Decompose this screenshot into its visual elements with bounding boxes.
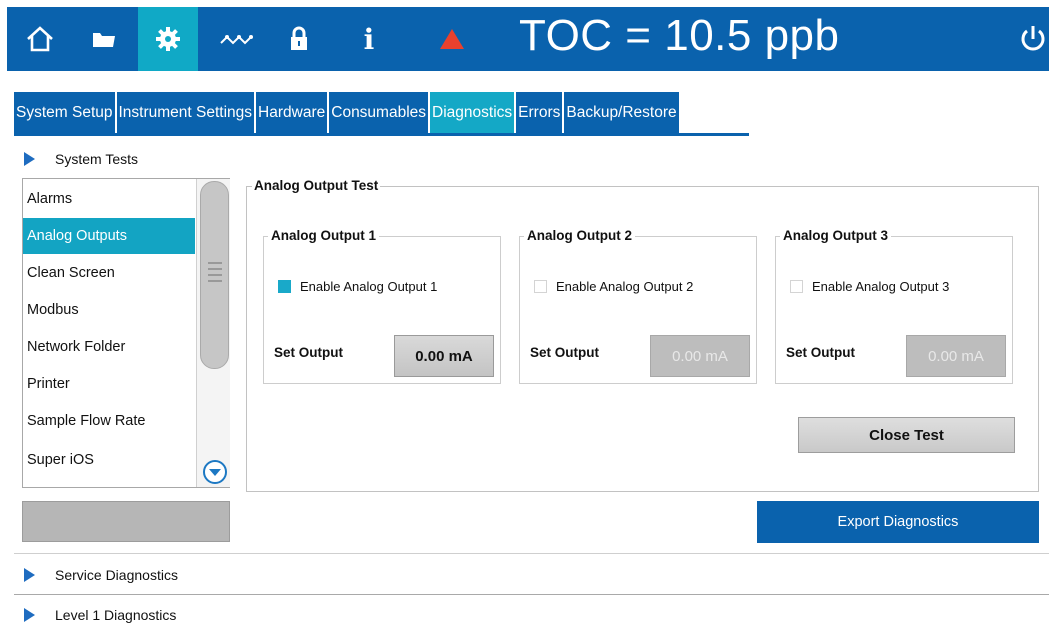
enable-output-3-checkbox[interactable]: Enable Analog Output 3 <box>790 279 949 294</box>
expand-arrow-icon <box>24 568 35 582</box>
list-item-super-ios[interactable]: Super iOS <box>23 442 195 478</box>
service-diagnostics-header[interactable]: Service Diagnostics <box>24 567 178 583</box>
expand-arrow-icon <box>24 152 35 166</box>
list-item-sample-flow-rate[interactable]: Sample Flow Rate <box>23 403 195 439</box>
checkbox-checked-icon <box>278 280 291 293</box>
gear-icon[interactable] <box>138 7 198 71</box>
set-output-2-button[interactable]: 0.00 mA <box>650 335 750 377</box>
analog-output-test-title: Analog Output Test <box>252 178 381 193</box>
set-output-3-button[interactable]: 0.00 mA <box>906 335 1006 377</box>
lock-icon[interactable] <box>269 7 329 71</box>
set-output-2-label: Set Output <box>530 345 599 360</box>
home-icon[interactable] <box>10 7 70 71</box>
analog-output-2-title: Analog Output 2 <box>524 228 635 243</box>
trend-icon[interactable] <box>207 7 267 71</box>
tab-system-setup[interactable]: System Setup <box>14 92 117 133</box>
tab-diagnostics[interactable]: Diagnostics <box>430 92 517 133</box>
scroll-thumb[interactable] <box>200 181 229 369</box>
system-tests-label: System Tests <box>55 151 138 167</box>
alarm-icon[interactable] <box>422 7 482 71</box>
toc-reading: TOC = 10.5 ppb <box>519 11 840 60</box>
list-scrollbar[interactable] <box>196 179 230 487</box>
level1-diagnostics-header[interactable]: Level 1 Diagnostics <box>24 607 176 623</box>
close-test-button[interactable]: Close Test <box>798 417 1015 453</box>
tab-hardware[interactable]: Hardware <box>256 92 330 133</box>
service-diagnostics-label: Service Diagnostics <box>55 567 178 583</box>
folder-icon[interactable] <box>74 7 134 71</box>
enable-output-1-label: Enable Analog Output 1 <box>300 279 438 294</box>
power-icon[interactable] <box>1017 23 1049 60</box>
level1-diagnostics-label: Level 1 Diagnostics <box>55 607 177 623</box>
enable-output-2-label: Enable Analog Output 2 <box>556 279 694 294</box>
set-output-1-label: Set Output <box>274 345 343 360</box>
list-item-alarms[interactable]: Alarms <box>23 181 195 217</box>
list-item-analog-outputs[interactable]: Analog Outputs <box>23 218 195 254</box>
tab-underline <box>14 133 749 136</box>
system-tests-header[interactable]: System Tests <box>24 151 138 167</box>
set-output-1-button[interactable]: 0.00 mA <box>394 335 494 377</box>
tab-instrument-settings[interactable]: Instrument Settings <box>116 92 257 133</box>
set-output-3-label: Set Output <box>786 345 855 360</box>
analog-output-1-title: Analog Output 1 <box>268 228 379 243</box>
checkbox-unchecked-icon <box>534 280 547 293</box>
scroll-down-icon[interactable] <box>203 460 227 484</box>
info-icon[interactable]: i <box>339 7 399 71</box>
tab-errors[interactable]: Errors <box>516 92 565 133</box>
test-list: Alarms Analog Outputs Clean Screen Modbu… <box>22 178 230 488</box>
export-diagnostics-button[interactable]: Export Diagnostics <box>757 501 1039 543</box>
tab-backup-restore[interactable]: Backup/Restore <box>564 92 681 133</box>
enable-output-1-checkbox[interactable]: Enable Analog Output 1 <box>278 279 437 294</box>
divider <box>14 553 1049 554</box>
enable-output-3-label: Enable Analog Output 3 <box>812 279 950 294</box>
divider <box>14 594 1049 595</box>
list-item-clean-screen[interactable]: Clean Screen <box>23 255 195 291</box>
tab-consumables[interactable]: Consumables <box>329 92 431 133</box>
settings-tabs: System Setup Instrument Settings Hardwar… <box>14 92 681 133</box>
enable-output-2-checkbox[interactable]: Enable Analog Output 2 <box>534 279 693 294</box>
run-test-button[interactable] <box>22 501 230 542</box>
checkbox-unchecked-icon <box>790 280 803 293</box>
top-bar: i TOC = 10.5 ppb <box>7 7 1049 71</box>
list-item-modbus[interactable]: Modbus <box>23 292 195 328</box>
expand-arrow-icon <box>24 608 35 622</box>
analog-output-3-title: Analog Output 3 <box>780 228 891 243</box>
list-item-printer[interactable]: Printer <box>23 366 195 402</box>
list-item-network-folder[interactable]: Network Folder <box>23 329 195 365</box>
